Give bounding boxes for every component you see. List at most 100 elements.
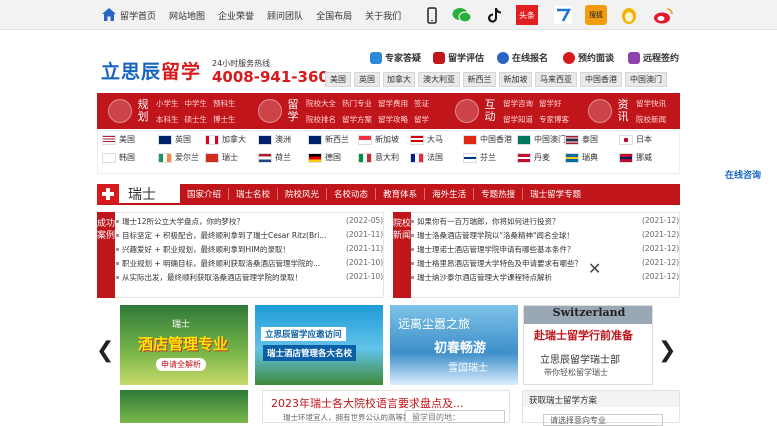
quick-appointment[interactable]: 预约面谈 (563, 51, 614, 64)
flag-link-7[interactable]: 芬兰 (463, 152, 496, 163)
flag-link-6[interactable]: 大马 (410, 134, 443, 145)
country-btn-nz[interactable]: 新西兰 (463, 72, 496, 87)
study-link[interactable]: 院校排名 (306, 114, 336, 125)
plan-link[interactable]: 博士生 (213, 114, 236, 125)
tab-campus[interactable]: 院校风光 (278, 188, 328, 200)
nav-link-locations[interactable]: 全国布局 (316, 9, 352, 22)
study-link[interactable]: 留学 (414, 114, 429, 125)
news-item-title[interactable]: 瑞士洛桑酒店管理学院以"洛桑精神"闻名全球！ (417, 230, 574, 241)
tab-hot[interactable]: 专题热搜 (474, 188, 524, 200)
bottom-thumbnail[interactable] (120, 390, 248, 423)
banner-travel[interactable]: 远离尘嚣之旅 初春畅游 雪国瑞士 (390, 305, 518, 385)
interact-link[interactable]: 专家博客 (539, 114, 569, 125)
tab-life[interactable]: 海外生活 (425, 188, 475, 200)
flag-link-4[interactable]: 新西兰 (308, 134, 349, 145)
study-link[interactable]: 院校大全 (306, 98, 336, 109)
flag-link-1[interactable]: 英国 (158, 134, 191, 145)
country-btn-singapore[interactable]: 新加坡 (499, 72, 532, 87)
plan-link[interactable]: 硕士生 (185, 114, 208, 125)
flag-link-10[interactable]: 日本 (619, 134, 652, 145)
flag-link-8[interactable]: 丹麦 (517, 152, 550, 163)
carousel-prev-arrow[interactable]: ❮ (96, 338, 114, 363)
tab-topic[interactable]: 瑞士留学专题 (523, 188, 588, 200)
flag-link-3[interactable]: 荷兰 (258, 152, 291, 163)
site-logo[interactable]: 立思辰留学 (101, 57, 201, 84)
flag-link-9[interactable]: 瑞典 (565, 152, 598, 163)
country-btn-canada[interactable]: 加拿大 (383, 72, 415, 87)
plan-link[interactable]: 小学生 (156, 98, 179, 109)
news-item-title[interactable]: 瑞士12所公立大学盘点，你的梦校？ (122, 216, 244, 227)
study-link[interactable]: 留学费用 (378, 98, 408, 109)
banner-preparation[interactable]: Switzerland 赴瑞士留学行前准备 立思辰留学瑞士部 带你轻松留学瑞士 (523, 305, 653, 385)
quick-assessment[interactable]: 留学评估 (433, 51, 484, 64)
flag-link-8[interactable]: 中国澳门 (517, 134, 566, 145)
news-item-title[interactable]: 如果你有一百万瑞郎，你将如何进行投资？ (417, 216, 560, 227)
plan-link[interactable]: 本科生 (156, 114, 179, 125)
interact-link[interactable]: 留学咨询 (503, 98, 533, 109)
banner-hotel-management[interactable]: 瑞士 酒店管理专业 申请全解析 (120, 305, 248, 385)
interact-link[interactable]: 留学知道 (503, 114, 533, 125)
flag-link-10[interactable]: 挪威 (619, 152, 652, 163)
quick-online-apply[interactable]: 在线报名 (497, 51, 548, 64)
news-item-title[interactable]: 目标坚定 + 积极配合，最终顺利拿到了瑞士Cesar Ritz(Bri... (122, 230, 326, 241)
banner-visit[interactable]: 立思辰留学应邀访问 瑞士酒店管理各大名校 (255, 305, 383, 385)
country-btn-macau[interactable]: 中国澳门 (625, 72, 667, 87)
quick-expert-qa[interactable]: 专家答疑 (370, 51, 421, 64)
country-btn-hongkong[interactable]: 中国香港 (580, 72, 622, 87)
nav-link-home[interactable]: 留学首页 (120, 9, 156, 22)
flag-link-5[interactable]: 新加坡 (358, 134, 399, 145)
carousel-next-arrow[interactable]: ❯ (658, 338, 676, 363)
country-btn-australia[interactable]: 澳大利亚 (418, 72, 460, 87)
flag-link-6[interactable]: 法国 (410, 152, 443, 163)
online-consult-link[interactable]: 在线咨询 (725, 168, 761, 181)
plan-link[interactable]: 中学生 (185, 98, 208, 109)
zhihu-icon[interactable] (553, 5, 573, 25)
tiktok-icon[interactable] (485, 5, 505, 25)
info-link[interactable]: 留学快讯 (636, 98, 666, 109)
wechat-icon[interactable] (452, 5, 472, 25)
news-item-title[interactable]: 瑞士理诺士酒店管理学院申请有哪些基本条件？ (417, 244, 575, 255)
flag-link-5[interactable]: 意大利 (358, 152, 399, 163)
tab-education[interactable]: 教育体系 (376, 188, 426, 200)
home-icon[interactable] (102, 8, 116, 21)
nav-link-about[interactable]: 关于我们 (365, 9, 401, 22)
toutiao-icon[interactable]: 头条 (516, 5, 538, 25)
major-select[interactable]: 请选择意向专业 (543, 414, 663, 426)
study-link[interactable]: 留学攻略 (378, 114, 408, 125)
flag-link-3[interactable]: 澳洲 (258, 134, 291, 145)
news-item-title[interactable]: 从实际出发，最终顺利获取洛桑酒店管理学院的录取！ (122, 272, 302, 283)
flag-link-1[interactable]: 爱尔兰 (158, 152, 199, 163)
study-link[interactable]: 签证 (414, 98, 429, 109)
news-item-title[interactable]: 职业规划 + 明确目标，最终顺利获取洛桑酒店管理学院的... (122, 258, 320, 269)
flag-link-0[interactable]: 美国 (102, 134, 135, 145)
tab-schools[interactable]: 瑞士名校 (229, 188, 279, 200)
country-btn-uk[interactable]: 英国 (354, 72, 380, 87)
sohu-icon[interactable]: 搜狐 (585, 5, 607, 25)
nav-link-honors[interactable]: 企业荣誉 (218, 9, 254, 22)
flag-link-0[interactable]: 韩国 (102, 152, 135, 163)
study-link[interactable]: 留学方案 (342, 114, 372, 125)
tab-news[interactable]: 名校动态 (327, 188, 377, 200)
study-link[interactable]: 热门专业 (342, 98, 372, 109)
destination-field[interactable]: 留学目的地： (405, 410, 505, 423)
flag-link-9[interactable]: 泰国 (565, 134, 598, 145)
info-link[interactable]: 院校新闻 (636, 114, 666, 125)
news-item-title[interactable]: 兴趣爱好 + 职业规划，最终顺利拿到HIM的录取！ (122, 244, 290, 255)
country-btn-usa[interactable]: 美国 (325, 72, 351, 87)
nav-link-sitemap[interactable]: 网站地图 (169, 9, 205, 22)
plan-link[interactable]: 预科生 (213, 98, 236, 109)
news-item-title[interactable]: 瑞士纳沙泰尔酒店管理大学课程特点解析 (417, 272, 552, 283)
close-icon[interactable]: ✕ (588, 259, 601, 278)
tab-intro[interactable]: 国家介绍 (180, 188, 230, 200)
phone-icon[interactable] (422, 5, 442, 25)
flag-link-4[interactable]: 德国 (308, 152, 341, 163)
bottom-headline[interactable]: 2023年瑞士各大院校语言要求盘点及... (271, 395, 463, 411)
quick-remote-sign[interactable]: 远程签约 (628, 51, 679, 64)
flag-link-2[interactable]: 瑞士 (205, 152, 238, 163)
interact-link[interactable]: 留学好 (539, 98, 569, 109)
nav-link-team[interactable]: 顾问团队 (267, 9, 303, 22)
penguin-icon[interactable] (619, 5, 639, 25)
flag-link-2[interactable]: 加拿大 (205, 134, 246, 145)
weibo-icon[interactable] (653, 5, 673, 25)
news-item-title[interactable]: 瑞士格里昂酒店管理大学特色及申请要求有哪些？ (417, 258, 582, 269)
